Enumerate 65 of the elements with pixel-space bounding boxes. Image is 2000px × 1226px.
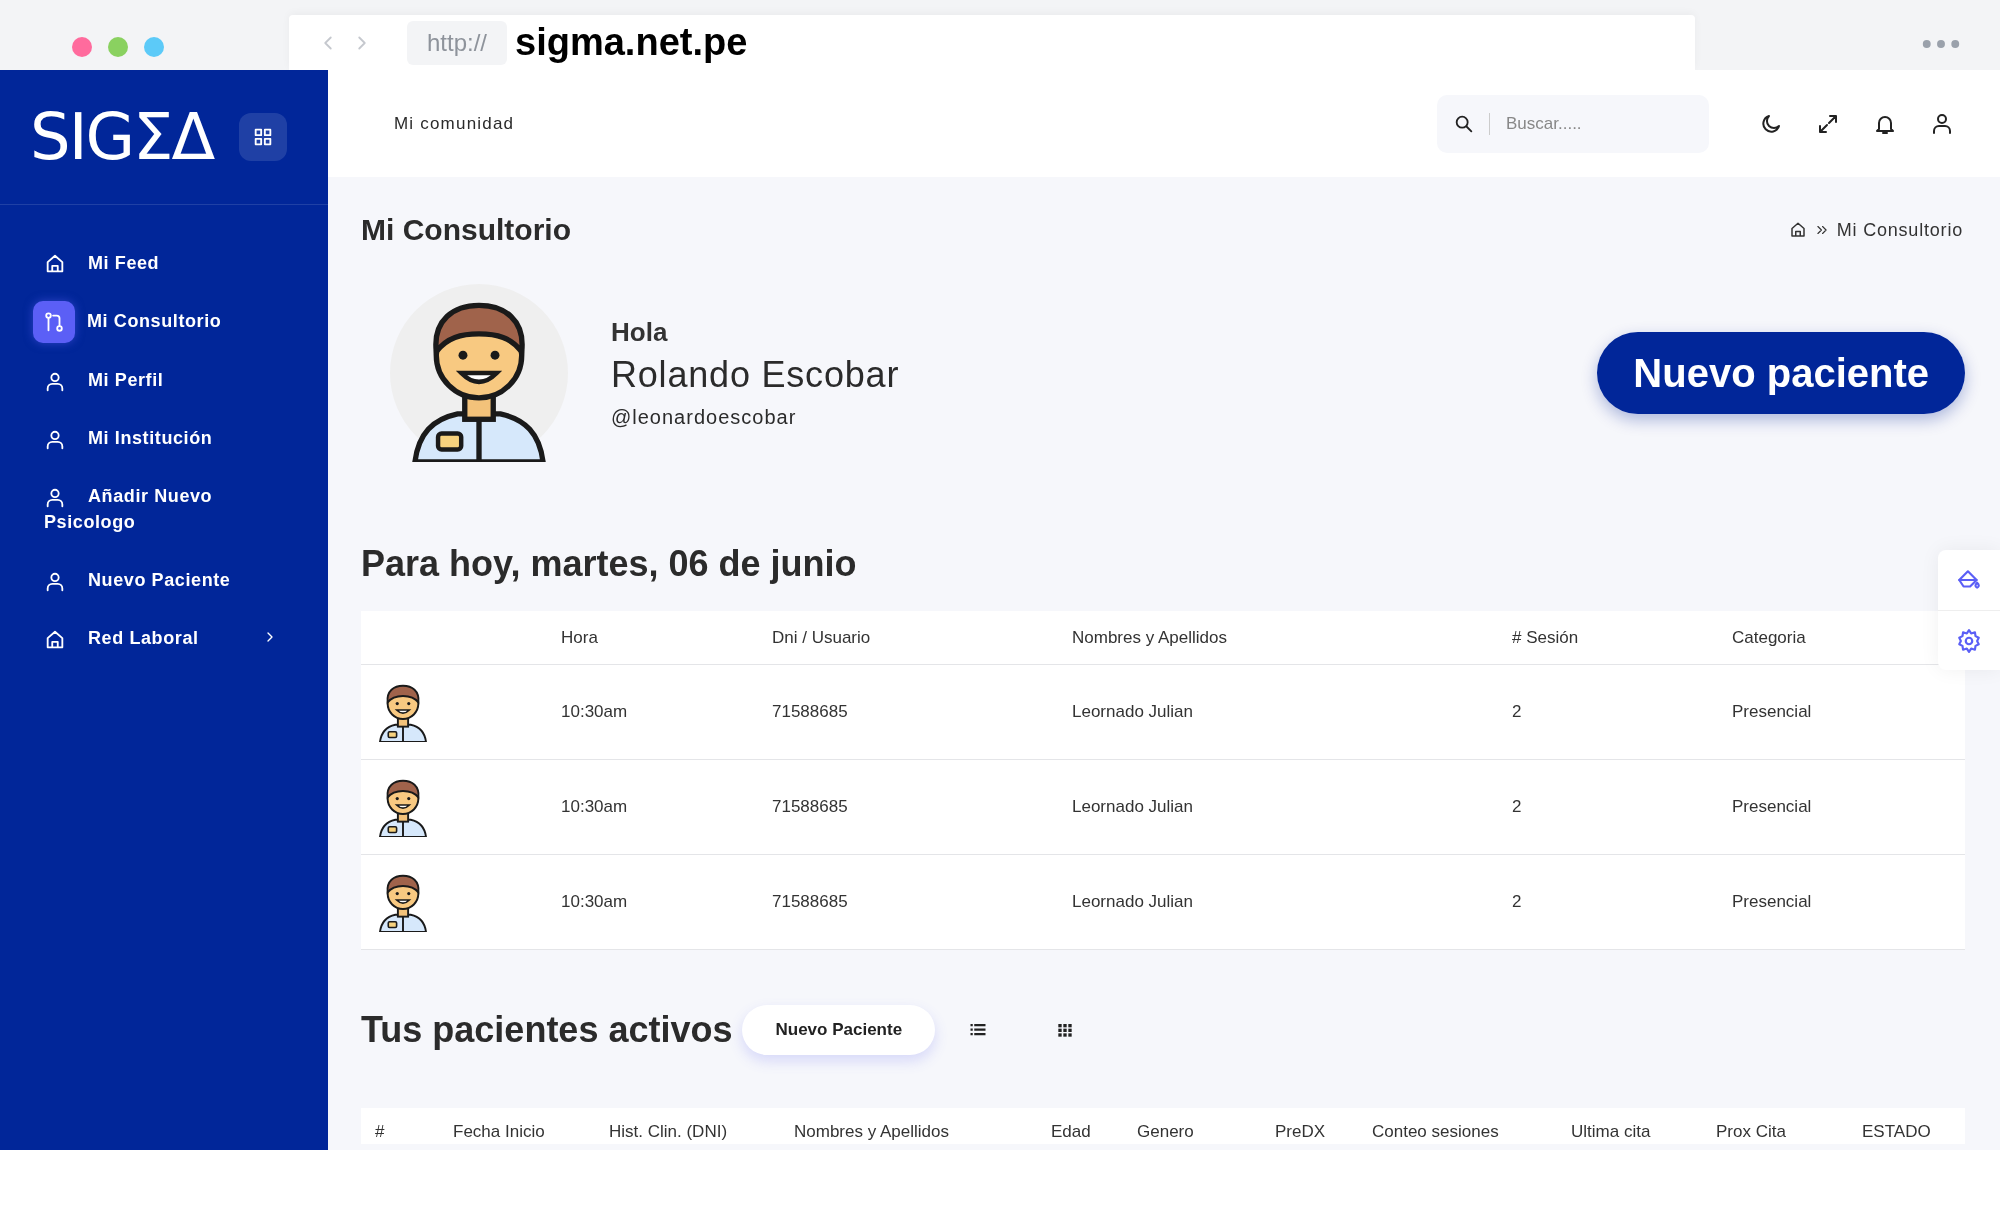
table-cell-text: Presencial	[1732, 892, 1813, 912]
column-header: Fecha Inicio	[453, 1122, 546, 1143]
sidebar-item[interactable]: Mi Feed	[0, 250, 294, 276]
new-patient-button[interactable]: Nuevo paciente	[1597, 332, 1965, 414]
person-icon	[44, 370, 66, 393]
column-header: Edad	[1051, 1122, 1092, 1143]
column-header: Genero	[1137, 1122, 1195, 1143]
nav-link[interactable]: Mi comunidad	[394, 113, 515, 134]
sidebar-item[interactable]: Añadir Nuevo Psicologo	[0, 483, 294, 536]
settings-icon	[1956, 627, 1982, 654]
section-title: Tus pacientes activos	[361, 1009, 733, 1051]
table-cell-text: 71588685	[772, 797, 849, 817]
column-header: Hora	[561, 627, 599, 648]
page-title: Mi Consultorio	[361, 213, 571, 247]
table-cell-text: 10:30am	[561, 892, 629, 912]
breadcrumb-item: Mi Consultorio	[1836, 219, 1963, 241]
table-cell-text: Presencial	[1732, 797, 1813, 817]
sidebar-item[interactable]: Red Laboral	[0, 625, 294, 652]
table-cell-text: 71588685	[772, 892, 849, 912]
logo-text: SIGΣΔ	[30, 105, 214, 169]
column-header: # Sesión	[1512, 627, 1580, 648]
column-header: Ultima cita	[1571, 1122, 1652, 1143]
search-input[interactable]: Buscar.....	[1504, 112, 1688, 135]
table-cell-text: 10:30am	[561, 797, 629, 817]
table-cell-text: Leornado Julian	[1072, 702, 1194, 722]
column-header: PreDX	[1275, 1122, 1327, 1143]
sidebar-item[interactable]: Mi Institución	[0, 425, 294, 452]
person-icon	[44, 428, 66, 451]
column-header: ESTADO	[1862, 1122, 1932, 1143]
column-header: #	[375, 1122, 386, 1143]
table-cell-text: 71588685	[772, 702, 849, 722]
sidebar-item[interactable]: Mi Consultorio	[0, 300, 294, 344]
table-cell-text: Presencial	[1732, 702, 1813, 722]
sidebar-item[interactable]: Nuevo Paciente	[0, 567, 294, 594]
url-text[interactable]: sigma.net.pe	[515, 21, 748, 64]
sidebar-item[interactable]: Mi Perfil	[0, 367, 294, 394]
search-field[interactable]: Buscar.....	[1437, 94, 1709, 153]
url-scheme: http://	[407, 20, 508, 65]
person-icon	[44, 570, 66, 593]
column-header: Categoria	[1732, 627, 1807, 648]
apps-button[interactable]	[239, 113, 288, 161]
user-name: Rolando Escobar	[611, 354, 900, 396]
greeting-text: Hola	[611, 317, 669, 348]
column-header: Nombres y Apellidos	[794, 1122, 950, 1143]
column-header: Prox Cita	[1716, 1122, 1787, 1143]
column-header: Nombres y Apellidos	[1072, 627, 1228, 648]
table-cell-text: 10:30am	[561, 702, 629, 722]
person-icon	[44, 486, 66, 509]
double-chevron-icon	[1814, 223, 1829, 237]
column-header: Dni / Usuario	[772, 627, 872, 648]
section-title: Para hoy, martes, 06 de junio	[361, 543, 857, 585]
table-cell-text: 2	[1512, 892, 1523, 912]
house-icon	[44, 628, 66, 651]
branch-icon	[43, 311, 65, 334]
house-icon[interactable]	[1788, 221, 1807, 239]
user-handle: @leonardoescobar	[611, 406, 798, 429]
table-cell-text: Leornado Julian	[1072, 892, 1194, 912]
column-header: Hist. Clin. (DNI)	[609, 1122, 729, 1143]
person-icon[interactable]	[1930, 111, 1954, 136]
table-cell-text: 2	[1512, 797, 1523, 817]
column-header: Conteo sesiones	[1372, 1122, 1500, 1143]
table-cell-text: Leornado Julian	[1072, 797, 1194, 817]
table-cell-text: 2	[1512, 702, 1523, 722]
new-patient-button[interactable]: Nuevo Paciente	[742, 1005, 936, 1055]
grid-view-icon[interactable]	[1057, 1022, 1074, 1038]
